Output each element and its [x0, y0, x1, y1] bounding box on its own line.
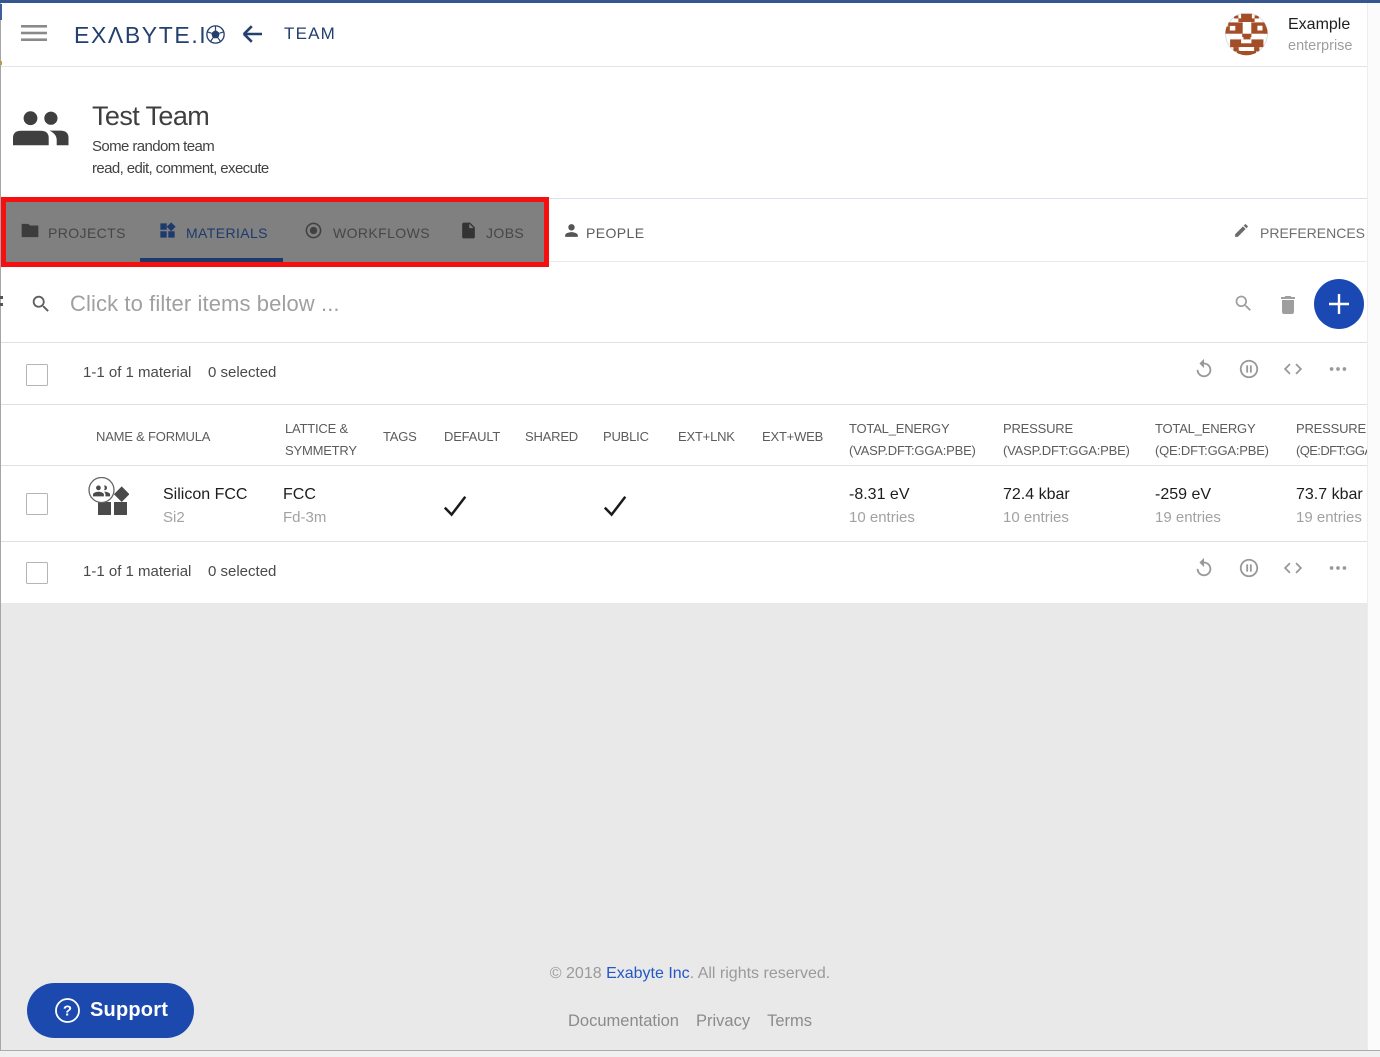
svg-text:?: ? — [63, 1003, 72, 1020]
